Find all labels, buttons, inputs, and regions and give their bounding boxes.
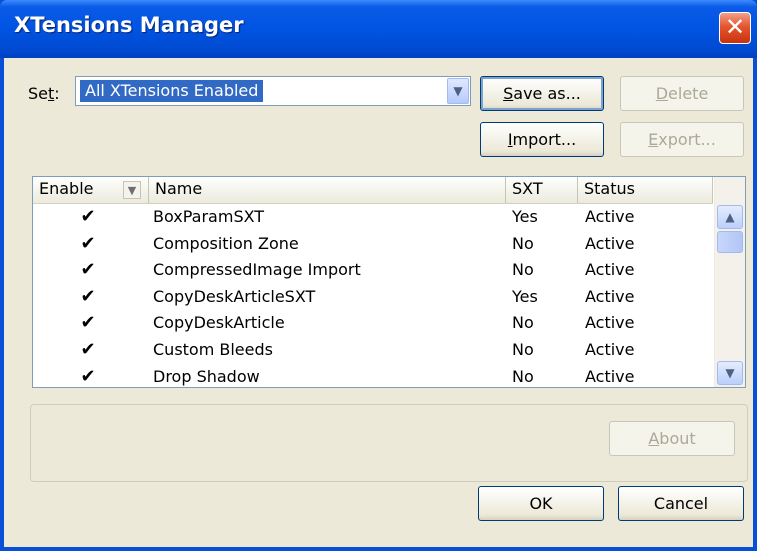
row-sxt: No <box>512 366 534 386</box>
details-panel: About <box>30 404 748 482</box>
table-row[interactable]: ✔ Composition Zone No Active <box>33 231 713 258</box>
dialog-client-area: Set: All XTensions Enabled ▼ Save as... … <box>4 58 753 547</box>
row-status: Active <box>585 233 635 253</box>
list-header: Enable ▼ Name SXT Status <box>33 177 713 204</box>
sort-arrow-icon[interactable]: ▼ <box>123 181 141 199</box>
set-dropdown[interactable]: All XTensions Enabled ▼ <box>75 76 471 106</box>
row-status: Active <box>585 366 635 386</box>
row-sxt: No <box>512 233 534 253</box>
checkmark-icon[interactable]: ✔ <box>79 204 97 231</box>
checkmark-icon[interactable]: ✔ <box>79 231 97 258</box>
cancel-button[interactable]: Cancel <box>618 486 744 521</box>
row-name: CompressedImage Import <box>153 260 361 280</box>
title-bar[interactable]: XTensions Manager ✕ <box>0 0 757 58</box>
row-name: CopyDeskArticle <box>153 313 285 333</box>
checkmark-icon[interactable]: ✔ <box>79 284 97 311</box>
delete-button[interactable]: Delete <box>620 76 744 111</box>
row-name: Drop Shadow <box>153 366 260 386</box>
table-row[interactable]: ✔ Drop Shadow No Active <box>33 364 713 387</box>
row-sxt: Yes <box>512 207 538 226</box>
ok-button[interactable]: OK <box>478 486 604 521</box>
table-row[interactable]: ✔ CopyDeskArticleSXT Yes Active <box>33 284 713 311</box>
row-name: Composition Zone <box>153 233 299 253</box>
close-button[interactable]: ✕ <box>719 12 751 44</box>
column-header-sxt[interactable]: SXT <box>506 177 578 203</box>
save-as-button[interactable]: Save as... <box>480 76 604 111</box>
checkmark-icon[interactable]: ✔ <box>79 310 97 337</box>
window-title: XTensions Manager <box>14 13 244 37</box>
row-name: BoxParamSXT <box>153 207 265 226</box>
row-name: CopyDeskArticleSXT <box>153 286 316 306</box>
table-row[interactable]: ✔ Custom Bleeds No Active <box>33 337 713 364</box>
chevron-down-icon[interactable]: ▼ <box>717 361 743 385</box>
column-header-name[interactable]: Name <box>149 177 506 203</box>
row-sxt: No <box>512 313 534 333</box>
list-rows: ✔ BoxParamSXT Yes Active ✔ Composition Z… <box>33 204 713 387</box>
checkmark-icon[interactable]: ✔ <box>79 364 97 387</box>
row-status: Active <box>585 260 635 280</box>
row-status: Active <box>585 286 635 306</box>
row-status: Active <box>585 207 635 226</box>
close-icon: ✕ <box>724 13 746 41</box>
row-name: Custom Bleeds <box>153 339 273 359</box>
column-header-status[interactable]: Status <box>578 177 713 203</box>
chevron-up-icon[interactable]: ▲ <box>717 205 743 229</box>
row-sxt: Yes <box>512 286 538 306</box>
chevron-down-icon[interactable]: ▼ <box>447 78 469 104</box>
set-dropdown-value: All XTensions Enabled <box>80 80 264 102</box>
about-button[interactable]: About <box>609 421 735 456</box>
column-header-enable[interactable]: Enable ▼ <box>33 177 149 203</box>
export-button[interactable]: Export... <box>620 122 744 157</box>
table-row[interactable]: ✔ BoxParamSXT Yes Active <box>33 204 713 231</box>
vertical-scrollbar[interactable]: ▲ ▼ <box>714 177 745 387</box>
xtensions-manager-window: XTensions Manager ✕ Set: All XTensions E… <box>0 0 757 551</box>
row-sxt: No <box>512 260 534 280</box>
row-status: Active <box>585 339 635 359</box>
checkmark-icon[interactable]: ✔ <box>79 257 97 284</box>
import-button[interactable]: Import... <box>480 122 604 157</box>
table-row[interactable]: ✔ CopyDeskArticle No Active <box>33 310 713 337</box>
table-row[interactable]: ✔ CompressedImage Import No Active <box>33 257 713 284</box>
xtensions-list[interactable]: Enable ▼ Name SXT Status ✔ BoxParamSXT Y… <box>32 176 746 388</box>
set-label: Set: <box>28 84 60 103</box>
scrollbar-thumb[interactable] <box>717 231 743 253</box>
row-sxt: No <box>512 339 534 359</box>
checkmark-icon[interactable]: ✔ <box>79 337 97 364</box>
row-status: Active <box>585 313 635 333</box>
